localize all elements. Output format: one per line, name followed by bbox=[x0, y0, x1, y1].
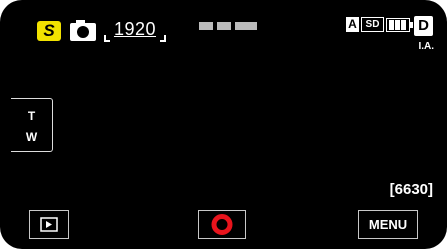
zoom-tele-button[interactable]: T bbox=[11, 109, 52, 123]
play-icon bbox=[40, 217, 58, 232]
battery-cell bbox=[389, 20, 394, 30]
media-status: A SD bbox=[346, 16, 413, 34]
battery-cell bbox=[401, 20, 406, 30]
record-mode-badge: A bbox=[346, 17, 359, 32]
blurred-time-counter bbox=[199, 19, 259, 31]
camera-icon bbox=[69, 20, 97, 42]
battery-tip bbox=[410, 22, 413, 28]
record-ring-icon bbox=[211, 214, 233, 235]
sd-card-badge: SD bbox=[361, 17, 384, 32]
battery-icon bbox=[386, 18, 413, 32]
zoom-control[interactable]: T W bbox=[11, 98, 53, 152]
mode-d-badge: D bbox=[414, 16, 433, 36]
record-button[interactable] bbox=[198, 210, 246, 239]
resolution-bracket-right bbox=[160, 35, 166, 42]
battery-cell bbox=[395, 20, 400, 30]
resolution-indicator: 1920 bbox=[104, 17, 166, 45]
playback-button[interactable] bbox=[29, 210, 69, 239]
menu-button[interactable]: MENU bbox=[358, 210, 418, 239]
intelligent-auto-label: I.A. bbox=[418, 41, 434, 52]
remaining-shots-count: [6630] bbox=[389, 181, 433, 198]
mode-s-label: S bbox=[43, 21, 55, 40]
camera-lcd-screen: S 1920 A SD D I.A. T W [6630] MENU bbox=[0, 0, 447, 249]
zoom-wide-button[interactable]: W bbox=[11, 130, 52, 144]
mode-s-badge: S bbox=[37, 21, 61, 41]
resolution-value: 1920 bbox=[113, 19, 157, 39]
